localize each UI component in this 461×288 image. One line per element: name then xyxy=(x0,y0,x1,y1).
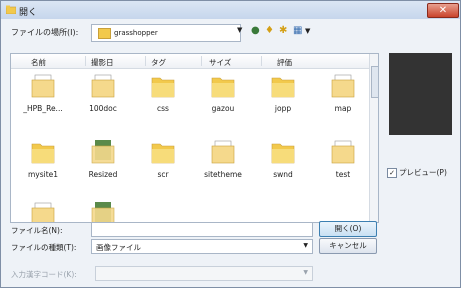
back-icon[interactable]: ● xyxy=(251,26,260,36)
preview-label: プレビュー(P) xyxy=(399,168,447,177)
preview-pane xyxy=(389,53,452,135)
preview-checkbox[interactable]: ✓ xyxy=(387,167,397,178)
folder-open-icon xyxy=(6,5,16,14)
list-item-label: mysite1 xyxy=(27,170,59,179)
list-item[interactable]: css xyxy=(133,72,193,122)
folder-icon xyxy=(331,74,355,98)
list-item[interactable]: swnd xyxy=(253,138,313,188)
list-item-label: gazou xyxy=(211,104,235,113)
scroll-thumb[interactable] xyxy=(371,66,378,98)
close-icon: ✕ xyxy=(438,5,448,16)
folder-icon xyxy=(271,143,295,164)
list-item-label: swnd xyxy=(273,170,293,179)
list-item-label: css xyxy=(157,104,169,113)
folder-icon xyxy=(31,143,55,164)
lookin-label: ファイルの場所(I): xyxy=(11,28,79,37)
list-item[interactable]: sitetheme xyxy=(193,138,253,188)
list-item-label: Resized xyxy=(88,170,118,179)
folder-icon xyxy=(151,77,175,98)
column-rating[interactable]: 評価 xyxy=(277,57,292,68)
folder-icon xyxy=(271,77,295,98)
views-icon[interactable]: ▦ xyxy=(293,26,302,36)
encoding-label: 入力漢字コード(K): xyxy=(11,270,77,279)
list-item[interactable]: scr xyxy=(133,138,193,188)
open-button[interactable]: 開く(O) xyxy=(319,221,377,237)
folder-icon xyxy=(211,77,235,98)
list-item[interactable]: _HPB_Re... xyxy=(13,72,73,122)
list-item[interactable] xyxy=(73,200,133,222)
filename-input[interactable] xyxy=(91,222,313,237)
filetype-select[interactable]: 画像ファイル ▼ xyxy=(91,239,313,254)
preview-toggle[interactable]: ✓ プレビュー(P) xyxy=(387,167,447,178)
folder-icon xyxy=(91,140,115,164)
filename-label: ファイル名(N): xyxy=(11,226,63,235)
list-item-label: _HPB_Re... xyxy=(23,104,63,113)
folder-icon xyxy=(151,143,175,164)
title-bar[interactable]: 開く ✕ xyxy=(1,1,460,19)
list-item-label: 100doc xyxy=(89,104,117,113)
list-item[interactable]: map xyxy=(313,72,373,122)
folder-icon xyxy=(91,74,115,98)
folder-icon xyxy=(211,140,235,164)
list-item[interactable]: 100doc xyxy=(73,72,133,122)
chevron-down-icon: ▼ xyxy=(303,242,308,249)
column-date[interactable]: 撮影日 xyxy=(91,57,114,68)
lookin-value: grasshopper xyxy=(114,29,158,37)
filetype-label: ファイルの種類(T): xyxy=(11,243,77,252)
folder-icon xyxy=(91,202,115,222)
list-item-label: jopp xyxy=(274,104,292,113)
list-item-label: sitetheme xyxy=(204,170,242,179)
list-item-label: scr xyxy=(157,170,169,179)
folder-icon xyxy=(31,202,55,222)
list-item-label: test xyxy=(335,170,351,179)
column-header: 名前 撮影日 タグ サイズ 評価 xyxy=(11,54,369,69)
filetype-value: 画像ファイル xyxy=(96,243,141,252)
list-item[interactable]: test xyxy=(313,138,373,188)
list-item-label: map xyxy=(334,104,352,113)
open-dialog: 開く ✕ ファイルの場所(I): grasshopper ▼ ● ♦ ✱ ▦ ▼… xyxy=(0,0,461,288)
window-title: 開く xyxy=(19,8,38,18)
column-tag[interactable]: タグ xyxy=(151,57,166,68)
cancel-button[interactable]: キャンセル xyxy=(319,238,377,254)
column-size[interactable]: サイズ xyxy=(209,57,231,68)
folder-icon xyxy=(31,74,55,98)
column-name[interactable]: 名前 xyxy=(31,57,46,68)
list-item[interactable] xyxy=(13,200,73,222)
up-folder-icon[interactable]: ♦ xyxy=(265,26,274,36)
vertical-scrollbar[interactable] xyxy=(369,54,378,222)
folder-icon xyxy=(331,140,355,164)
new-folder-icon[interactable]: ✱ xyxy=(279,26,287,36)
chevron-down-icon: ▼ xyxy=(303,269,308,276)
list-item[interactable]: Resized xyxy=(73,138,133,188)
list-item[interactable]: jopp xyxy=(253,72,313,122)
list-item[interactable]: gazou xyxy=(193,72,253,122)
lookin-combobox[interactable]: grasshopper xyxy=(91,24,241,42)
close-button[interactable]: ✕ xyxy=(427,3,459,18)
chevron-down-icon[interactable]: ▼ xyxy=(237,26,242,34)
folder-icon xyxy=(98,28,111,39)
file-list[interactable]: 名前 撮影日 タグ サイズ 評価 _HPB_Re... 100doc css gazo… xyxy=(10,53,379,223)
encoding-select: ▼ xyxy=(95,266,313,281)
views-dropdown-icon[interactable]: ▼ xyxy=(305,26,310,36)
list-item[interactable]: mysite1 xyxy=(13,138,73,188)
